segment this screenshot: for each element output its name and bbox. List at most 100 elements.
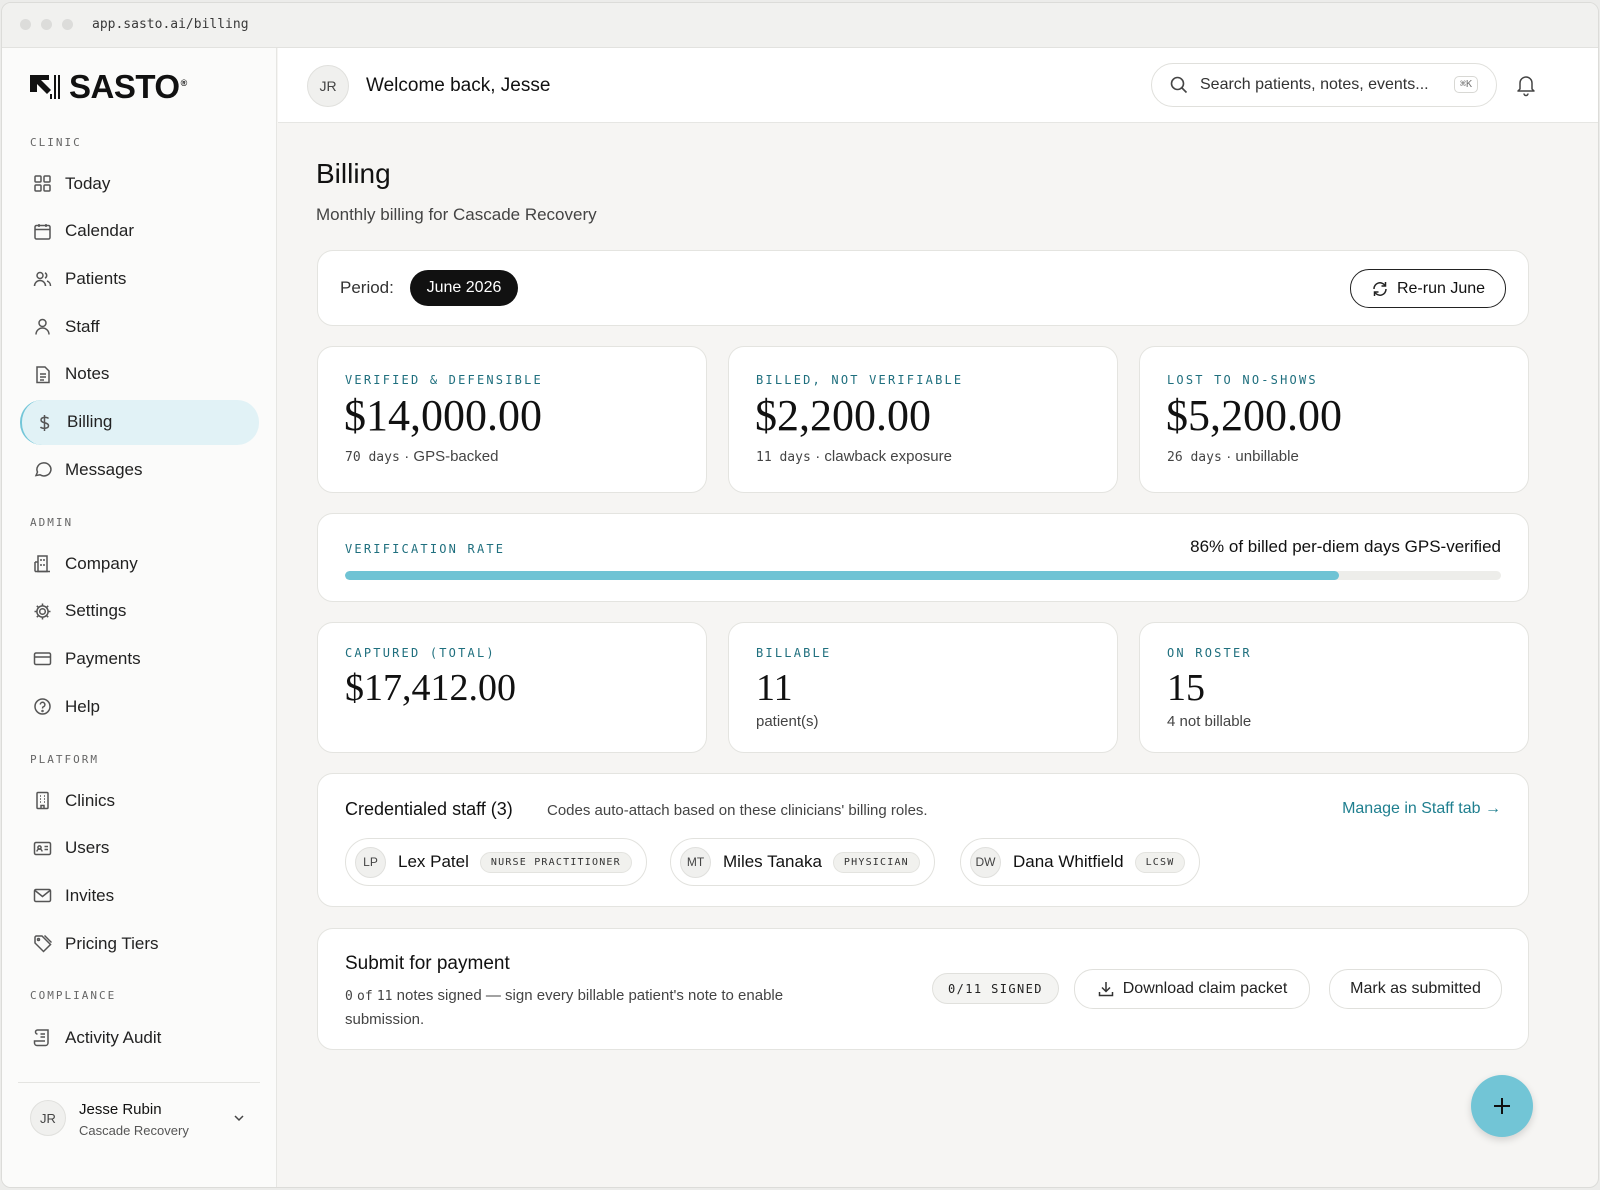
search-shortcut-badge: ⌘K <box>1453 76 1478 93</box>
sidebar-item-label: Company <box>65 553 138 573</box>
page-subtitle: Monthly billing for Cascade Recovery <box>316 205 597 224</box>
stat-value: $2,200.00 <box>755 391 931 440</box>
staff-name: Dana Whitfield <box>1013 852 1124 871</box>
sidebar-item-company[interactable]: Company <box>20 541 259 586</box>
sidebar-item-label: Settings <box>65 601 127 621</box>
stat-card: LOST TO NO-SHOWS $5,200.00 26 days · unbil… <box>1139 346 1529 493</box>
download-claim-button[interactable]: Download claim packet <box>1074 969 1310 1009</box>
header-avatar[interactable]: JR <box>307 65 349 107</box>
chevron-down-icon[interactable] <box>232 1111 246 1125</box>
staff-description: Codes auto-attach based on these clinici… <box>547 802 928 819</box>
scroll-icon <box>32 1028 52 1048</box>
sidebar-item-calendar[interactable]: Calendar <box>20 209 259 254</box>
plus-icon <box>1494 1098 1510 1114</box>
submit-payment-card: Submit for payment 0 of 11 notes signed … <box>317 928 1529 1050</box>
user-avatar: JR <box>30 1100 66 1136</box>
window-zoom-dot[interactable] <box>62 19 73 30</box>
stat-label: LOST TO NO-SHOWS <box>1167 373 1318 387</box>
sidebar-item-label: Help <box>65 696 100 716</box>
dollar-icon <box>34 412 54 432</box>
user-menu[interactable]: JR Jesse Rubin Cascade Recovery <box>18 1082 260 1154</box>
sidebar-section-clinic: CLINIC <box>30 136 82 149</box>
tag-icon <box>32 934 52 954</box>
total-value: 15 <box>1167 667 1205 709</box>
stat-days: 11 days <box>756 450 811 465</box>
staff-avatar: MT <box>680 846 711 878</box>
manage-staff-link[interactable]: Manage in Staff tab → <box>1342 800 1501 818</box>
total-label: ON ROSTER <box>1167 646 1252 660</box>
stat-card: VERIFIED & DEFENSIBLE $14,000.00 70 days ·… <box>317 346 707 493</box>
grid-icon <box>32 174 52 194</box>
address-bar-url[interactable]: app.sasto.ai/billing <box>92 17 249 32</box>
verification-card: VERIFICATION RATE 86% of billed per-diem… <box>317 513 1529 602</box>
search-box[interactable]: Search patients, notes, events... ⌘K <box>1151 63 1497 107</box>
sidebar-item-label: Today <box>65 173 111 193</box>
sidebar-item-messages[interactable]: Messages <box>20 447 259 492</box>
sidebar-item-label: Notes <box>65 364 110 384</box>
download-icon <box>1098 982 1113 997</box>
sidebar-item-notes[interactable]: Notes <box>20 352 259 397</box>
sidebar-item-billing[interactable]: Billing <box>20 399 259 445</box>
mark-submitted-button[interactable]: Mark as submitted <box>1329 969 1502 1009</box>
sidebar-item-label: Clinics <box>65 790 116 810</box>
search-icon <box>1170 76 1188 94</box>
sidebar-item-pricing-tiers[interactable]: Pricing Tiers <box>20 921 259 966</box>
sidebar-item-activity-audit[interactable]: Activity Audit <box>20 1015 259 1060</box>
period-selector[interactable]: June 2026 <box>410 270 518 306</box>
sidebar-item-help[interactable]: Help <box>20 684 259 729</box>
bell-icon[interactable] <box>1514 73 1538 97</box>
stat-card: BILLED, NOT VERIFIABLE $2,200.00 11 days ·… <box>728 346 1118 493</box>
sidebar-item-invites[interactable]: Invites <box>20 873 259 918</box>
top-bar: JR Welcome back, Jesse Search patients, … <box>278 48 1598 123</box>
sidebar-section-admin: ADMIN <box>30 516 74 529</box>
window-minimize-dot[interactable] <box>41 19 52 30</box>
credentialed-staff-card: Credentialed staff (3) Codes auto-attach… <box>317 773 1529 907</box>
staff-name: Miles Tanaka <box>723 852 822 871</box>
period-label: Period: <box>340 278 394 297</box>
sidebar-section-compliance: COMPLIANCE <box>30 989 117 1002</box>
window-close-dot[interactable] <box>20 19 31 30</box>
refresh-icon <box>1373 281 1387 296</box>
browser-bar: app.sasto.ai/billing <box>2 3 1598 48</box>
stat-label: VERIFIED & DEFENSIBLE <box>345 373 543 387</box>
logo-mark-icon <box>30 75 60 99</box>
sidebar-item-label: Users <box>65 838 110 858</box>
staff-role-badge: PHYSICIAN <box>832 851 920 873</box>
id-card-icon <box>32 838 52 858</box>
sidebar-item-label: Pricing Tiers <box>65 933 159 953</box>
sidebar: SASTO® CLINIC Today Calendar Patients Staff N… <box>2 48 277 1187</box>
submit-description: 0 of 11 notes signed — sign every billab… <box>345 987 784 1028</box>
total-card: CAPTURED (TOTAL) $17,412.00 <box>317 622 707 753</box>
office-icon <box>32 791 52 811</box>
stat-note: · GPS-backed <box>404 448 499 465</box>
sidebar-item-label: Activity Audit <box>65 1027 162 1047</box>
sidebar-item-users[interactable]: Users <box>20 826 259 871</box>
user-org: Cascade Recovery <box>79 1123 189 1138</box>
sidebar-item-label: Billing <box>67 412 113 431</box>
verification-summary: 86% of billed per-diem days GPS-verified <box>1190 537 1501 556</box>
staff-chip[interactable]: LP Lex Patel NURSE PRACTITIONER <box>345 838 647 886</box>
mail-icon <box>32 886 52 906</box>
sidebar-item-staff[interactable]: Staff <box>20 304 259 349</box>
sidebar-item-clinics[interactable]: Clinics <box>20 778 259 823</box>
sidebar-item-today[interactable]: Today <box>20 161 259 206</box>
sidebar-item-patients[interactable]: Patients <box>20 256 259 301</box>
user-icon <box>32 317 52 337</box>
verification-progress-fill <box>345 571 1340 580</box>
add-fab-button[interactable] <box>1471 1075 1533 1137</box>
staff-role-badge: NURSE PRACTITIONER <box>479 851 632 873</box>
brand-logo[interactable]: SASTO® <box>29 68 187 105</box>
staff-avatar: LP <box>355 846 386 878</box>
sidebar-item-settings[interactable]: Settings <box>20 589 259 634</box>
rerun-button[interactable]: Re-run June <box>1350 269 1506 308</box>
total-value: 11 <box>756 667 793 709</box>
building-icon <box>32 554 52 574</box>
stat-value: $14,000.00 <box>344 391 542 440</box>
signed-count-badge: 0/11 SIGNED <box>932 973 1059 1004</box>
staff-chip[interactable]: DW Dana Whitfield LCSW <box>960 838 1201 886</box>
search-input[interactable]: Search patients, notes, events... <box>1200 76 1429 94</box>
sidebar-item-payments[interactable]: Payments <box>20 636 259 681</box>
staff-chip[interactable]: MT Miles Tanaka PHYSICIAN <box>670 838 935 886</box>
stat-note: · clawback exposure <box>815 448 952 465</box>
total-sub: 4 not billable <box>1167 713 1252 730</box>
